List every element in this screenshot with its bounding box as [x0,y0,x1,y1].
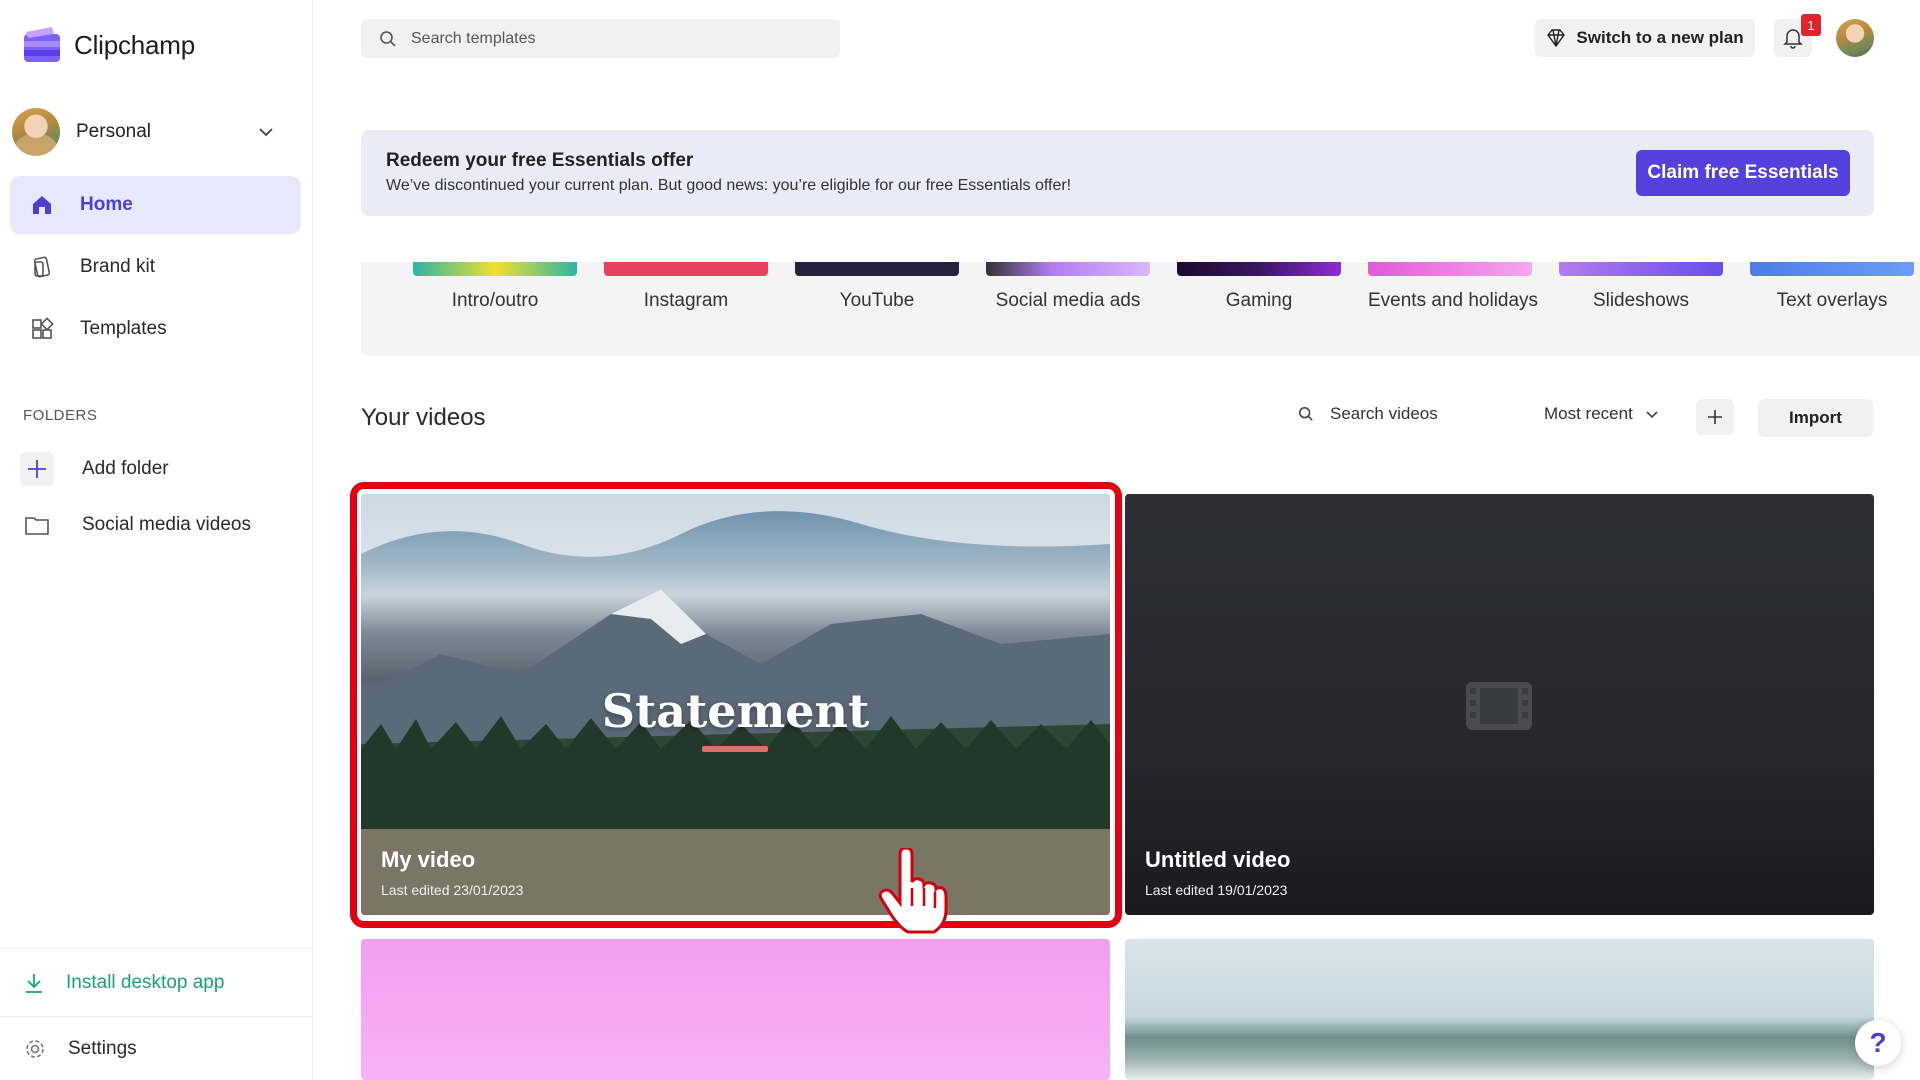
sidebar-item-brand-kit[interactable]: Brand kit [10,238,301,296]
film-icon [1466,682,1532,730]
create-video-button[interactable] [1696,399,1734,435]
category-events-and-holidays[interactable]: Events and holidays [1368,262,1539,312]
category-thumbnail [795,262,959,276]
category-label: Intro/outro [451,290,539,311]
account-switcher[interactable]: Personal [12,106,282,158]
folder-item-social-media-videos[interactable]: Social media videos [10,497,301,553]
sidebar-footer: Install desktop app Settings [0,948,313,1080]
avatar [12,108,60,156]
sidebar-nav: Home Brand kit Templates [10,176,301,362]
your-videos-title: Your videos [361,404,486,431]
account-name: Personal [76,121,151,142]
category-instagram[interactable]: Instagram [604,262,768,312]
install-label: Install desktop app [66,971,225,993]
folders-heading: FOLDERS [23,407,98,424]
install-desktop-app-link[interactable]: Install desktop app [0,948,313,1016]
settings-label: Settings [68,1037,137,1059]
template-categories: Intro/outro Instagram YouTube Social med… [361,262,1920,356]
category-thumbnail [1177,262,1341,276]
settings-link[interactable]: Settings [0,1016,313,1080]
import-button[interactable]: Import [1758,399,1873,437]
sidebar-item-templates[interactable]: Templates [10,300,301,358]
chevron-down-icon [1646,410,1658,418]
sort-dropdown[interactable]: Most recent [1544,404,1659,424]
folder-list: Add folder Social media videos [10,441,301,553]
sidebar-item-label: Home [80,194,133,215]
category-label: Slideshows [1592,290,1690,311]
help-button[interactable]: ? [1855,1020,1901,1066]
plus-icon [1708,410,1722,424]
clipchamp-logo-icon [24,27,60,62]
add-folder-button[interactable]: Add folder [10,441,301,497]
brand-kit-icon [28,253,56,281]
selection-highlight [350,482,1122,928]
category-label: Events and holidays [1368,290,1539,311]
category-label: Text overlays [1776,290,1888,311]
template-search-input[interactable]: Search templates [361,19,840,58]
claim-free-essentials-button[interactable]: Claim free Essentials [1636,150,1850,196]
category-thumbnail [1750,262,1914,276]
video-card-pink[interactable] [361,939,1110,1080]
video-last-edited: Last edited 19/01/2023 [1145,882,1288,898]
notification-badge: 1 [1801,14,1821,36]
search-icon [380,30,396,47]
folder-icon [20,508,54,542]
category-thumbnail [604,262,768,276]
home-icon [28,191,56,219]
category-thumbnail [1559,262,1723,276]
app-name: Clipchamp [74,29,196,60]
category-label: Instagram [643,290,729,311]
profile-avatar[interactable] [1836,19,1874,57]
category-label: Social media ads [995,290,1141,311]
folder-label: Social media videos [82,514,251,535]
add-folder-label: Add folder [82,458,169,479]
category-intro-outro[interactable]: Intro/outro [413,262,577,312]
category-text-overlays[interactable]: Text overlays [1750,262,1914,312]
video-card-seascape[interactable] [1125,939,1874,1080]
chevron-down-icon [259,128,273,137]
category-label: YouTube [839,290,915,311]
bell-icon [1783,29,1803,49]
sidebar: Clipchamp Personal Home Brand kit Templa… [0,0,313,1080]
essentials-offer-banner: Redeem your free Essentials offer We’ve … [361,130,1874,216]
search-videos-input[interactable]: Search videos [1298,404,1438,424]
sidebar-item-home[interactable]: Home [10,176,301,234]
category-youtube[interactable]: YouTube [795,262,959,312]
sort-label: Most recent [1544,404,1633,423]
hand-pointer-cursor-icon [878,848,948,934]
category-slideshows[interactable]: Slideshows [1559,262,1723,312]
category-thumbnail [1368,262,1532,276]
sidebar-item-label: Brand kit [80,256,155,277]
search-placeholder: Search templates [411,29,536,47]
category-social-media-ads[interactable]: Social media ads [986,262,1150,312]
templates-icon [28,315,56,343]
category-gaming[interactable]: Gaming [1177,262,1341,312]
category-thumbnail [986,262,1150,276]
video-card-untitled-video[interactable]: Untitled video Last edited 19/01/2023 [1125,494,1874,915]
switch-plan-label: Switch to a new plan [1576,28,1744,47]
gear-icon [26,1039,44,1058]
banner-subtitle: We’ve discontinued your current plan. Bu… [386,177,1072,194]
video-title: Untitled video [1145,847,1291,872]
category-label: Gaming [1225,290,1293,311]
plus-icon [20,452,54,486]
search-icon [1298,406,1313,421]
question-icon: ? [1869,1027,1887,1058]
diamond-icon [1547,29,1566,47]
sidebar-item-label: Templates [80,318,167,339]
download-icon [26,973,42,993]
category-thumbnail [413,262,577,276]
switch-plan-button[interactable]: Switch to a new plan [1535,19,1755,57]
search-videos-placeholder: Search videos [1330,404,1438,423]
banner-title: Redeem your free Essentials offer [386,150,694,171]
app-logo[interactable]: Clipchamp [22,26,195,64]
